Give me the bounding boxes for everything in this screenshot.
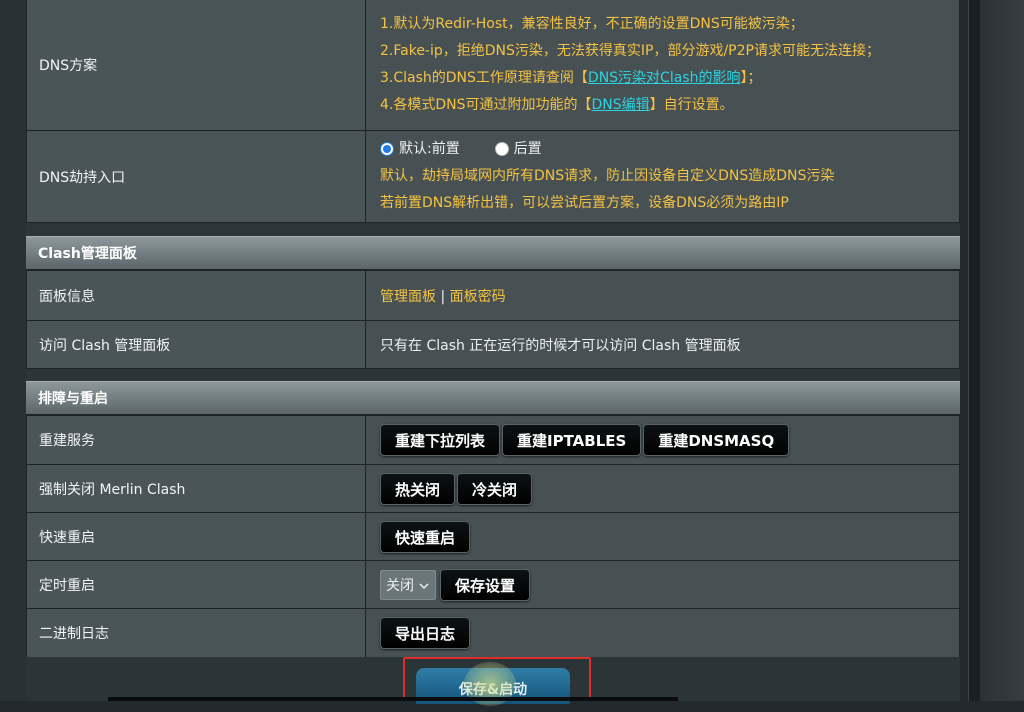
dns-pollution-link[interactable]: DNS污染对Clash的影响 [588, 70, 741, 86]
fast-restart-button[interactable]: 快速重启 [380, 520, 471, 553]
timed-restart-select[interactable]: 关闭 [380, 569, 436, 600]
dns-settings-table: DNS方案 1.默认为Redir-Host，兼容性良好，不正确的设置DNS可能被… [26, 0, 960, 223]
troubleshoot-table: 重建服务 重建下拉列表 重建IPTABLES 重建DNSMASQ 强制关闭 Merl… [26, 415, 960, 658]
taskbar-strip [108, 697, 678, 701]
clash-panel-header: Clash管理面板 [26, 236, 960, 270]
rebuild-dnsmasq-button[interactable]: 重建DNSMASQ [643, 424, 790, 456]
rebuild-iptables-button[interactable]: 重建IPTABLES [502, 424, 642, 456]
dns-hijack-label: DNS劫持入口 [26, 130, 366, 223]
dns-note-2: 2.Fake-ip，拒绝DNS污染，无法获得真实IP，部分游戏/P2P请求可能无… [380, 43, 880, 59]
fast-restart-label: 快速重启 [26, 512, 366, 561]
red-highlight-box [403, 657, 591, 699]
dns-hijack-radios: 默认:前置 后置 [380, 136, 959, 163]
chevron-down-icon [419, 582, 429, 589]
dns-edit-link[interactable]: DNS编辑 [592, 97, 650, 113]
troubleshoot-header: 排障与重启 [26, 381, 960, 415]
right-background [980, 0, 1024, 701]
timed-restart-label: 定时重启 [26, 560, 366, 609]
save-settings-button[interactable]: 保存设置 [440, 568, 531, 601]
cold-close-button[interactable]: 冷关闭 [457, 472, 533, 505]
force-close-buttons: 热关闭 冷关闭 [365, 464, 960, 513]
dns-note-3: 3.Clash的DNS工作原理请查阅【DNS污染对Clash的影响】； [380, 70, 762, 86]
binary-log-label: 二进制日志 [26, 608, 366, 658]
panel-info-value: 管理面板 | 面板密码 [365, 270, 960, 321]
dns-hijack-desc-2: 若前置DNS解析出错，可以尝试后置方案，设备DNS必须为路由IP [380, 195, 789, 211]
fast-restart-cell: 快速重启 [365, 512, 960, 561]
rebuild-service-buttons: 重建下拉列表 重建IPTABLES 重建DNSMASQ [365, 415, 960, 465]
dns-hijack-options: 默认:前置 后置 默认，劫持局域网内所有DNS请求，防止因设备自定义DNS造成D… [365, 130, 960, 223]
access-panel-desc: 只有在 Clash 正在运行的时候才可以访问 Clash 管理面板 [365, 320, 960, 369]
panel-info-label: 面板信息 [26, 270, 366, 321]
radio-default-front[interactable] [380, 142, 394, 156]
link-separator: | [440, 288, 446, 305]
radio-post[interactable] [494, 142, 509, 156]
dns-scheme-notes: 1.默认为Redir-Host，兼容性良好，不正确的设置DNS可能被污染； 2.… [365, 0, 960, 131]
access-panel-label: 访问 Clash 管理面板 [26, 320, 366, 369]
export-log-button[interactable]: 导出日志 [380, 617, 471, 649]
binary-log-cell: 导出日志 [365, 608, 960, 658]
rebuild-service-label: 重建服务 [26, 415, 366, 465]
dns-note-1: 1.默认为Redir-Host，兼容性良好，不正确的设置DNS可能被污染； [380, 16, 804, 32]
force-close-label: 强制关闭 Merlin Clash [26, 464, 366, 513]
dns-hijack-desc-1: 默认，劫持局域网内所有DNS请求，防止因设备自定义DNS造成DNS污染 [380, 168, 835, 184]
dns-note-4: 4.各模式DNS可通过附加功能的【DNS编辑】自行设置。 [380, 97, 734, 113]
timed-restart-cell: 关闭 保存设置 [365, 560, 960, 609]
panel-password-link[interactable]: 面板密码 [450, 289, 506, 305]
hot-close-button[interactable]: 热关闭 [380, 472, 456, 505]
rebuild-dropdown-button[interactable]: 重建下拉列表 [380, 424, 501, 456]
panel-link[interactable]: 管理面板 [380, 289, 436, 305]
left-background [0, 0, 26, 701]
clash-panel-table: 面板信息 管理面板 | 面板密码 访问 Clash 管理面板 只有在 Clash… [26, 270, 960, 369]
dns-scheme-label: DNS方案 [26, 0, 366, 131]
